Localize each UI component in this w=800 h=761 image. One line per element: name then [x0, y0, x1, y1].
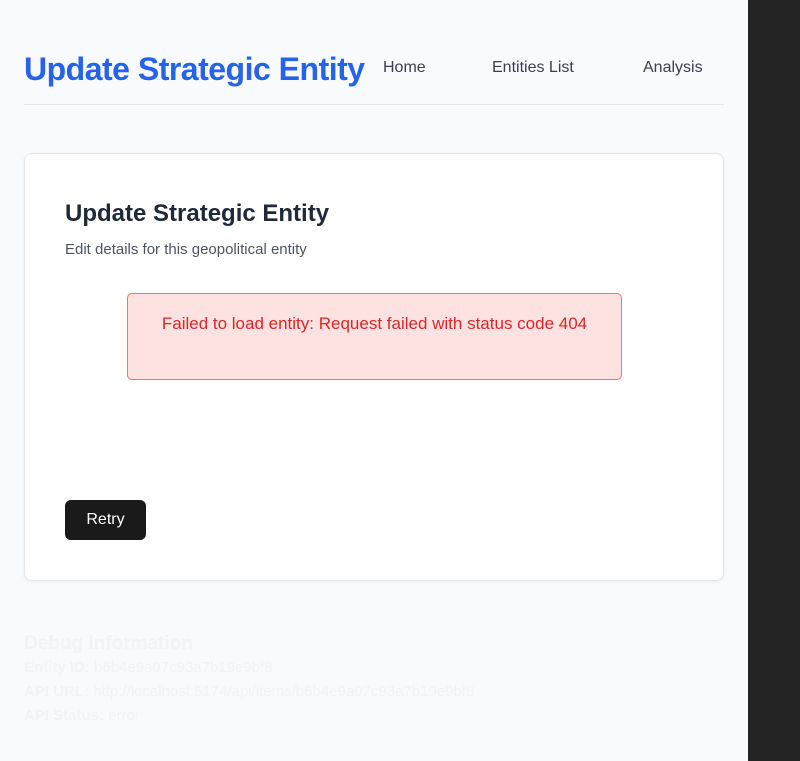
main-nav: Home Entities List Analysis — [383, 59, 724, 79]
debug-api-status: API Status: error — [24, 704, 724, 728]
debug-entity-id: Entity ID: b6b4e9a07c93a7b19e9bf8 — [24, 656, 724, 680]
card-title: Update Strategic Entity — [65, 200, 330, 227]
debug-entity-id-label: Entity ID: — [24, 659, 90, 676]
update-entity-card: Update Strategic Entity Edit details for… — [24, 153, 724, 581]
nav-home-link[interactable]: Home — [383, 59, 426, 77]
debug-api-status-label: API Status: — [24, 707, 105, 724]
error-message: Failed to load entity: Request failed wi… — [161, 314, 588, 333]
debug-title: Debug Information — [24, 633, 193, 654]
nav-analysis-link[interactable]: Analysis — [643, 59, 703, 77]
page-header: Update Strategic Entity Home Entities Li… — [24, 40, 724, 105]
debug-entity-id-value: b6b4e9a07c93a7b19e9bf8 — [94, 659, 273, 676]
debug-api-url-value: http://localhost:5174/api/items/b6b4e9a0… — [93, 683, 475, 700]
debug-api-url-label: API URL: — [24, 683, 89, 700]
retry-button[interactable]: Retry — [65, 500, 146, 540]
app-title: Update Strategic Entity — [24, 51, 365, 87]
debug-api-url: API URL: http://localhost:5174/api/items… — [24, 680, 724, 704]
nav-entities-list-link[interactable]: Entities List — [492, 59, 574, 77]
debug-api-status-value: error — [108, 707, 140, 724]
page: Update Strategic Entity Home Entities Li… — [0, 0, 748, 761]
debug-info: Debug Information Entity ID: b6b4e9a07c9… — [24, 632, 724, 728]
error-alert: Failed to load entity: Request failed wi… — [127, 293, 622, 380]
card-subtitle: Edit details for this geopolitical entit… — [65, 241, 307, 258]
